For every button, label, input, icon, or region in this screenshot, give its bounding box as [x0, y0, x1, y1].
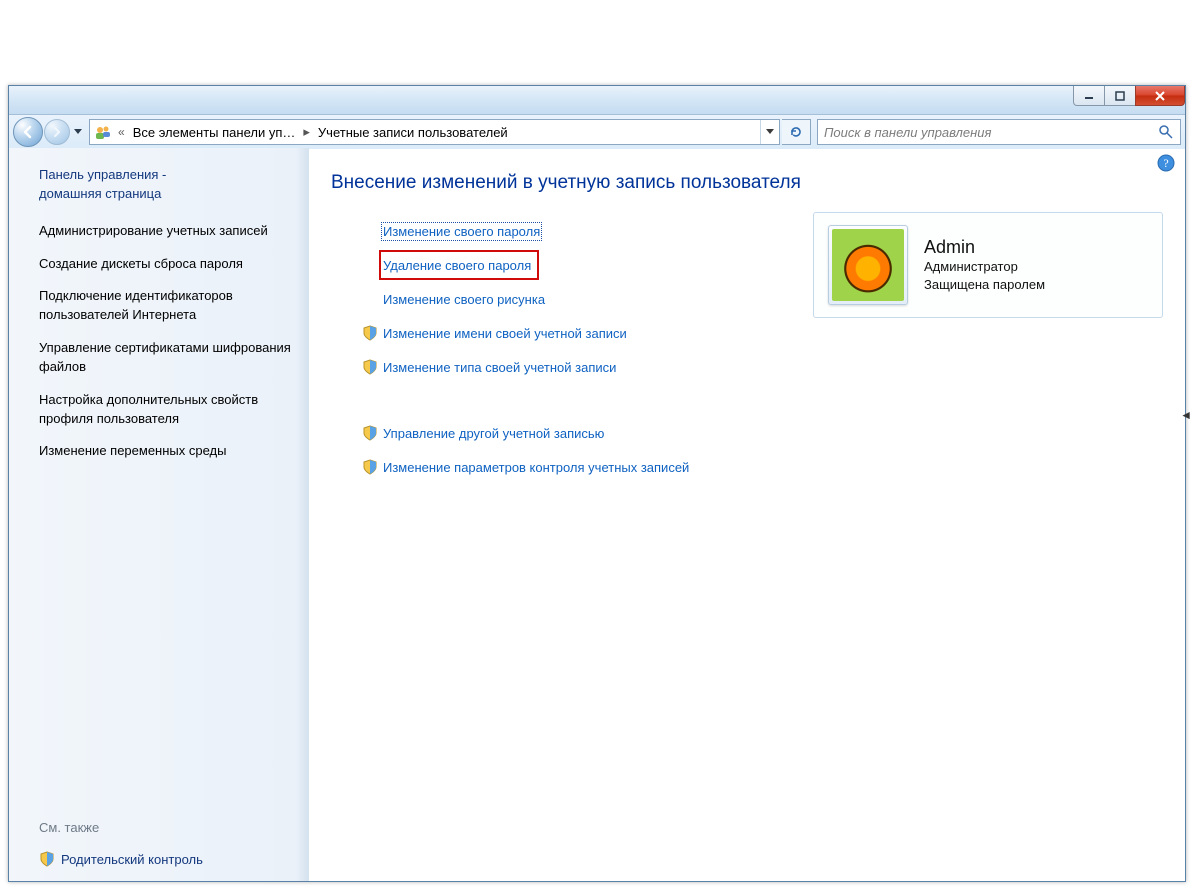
account-role: Администратор — [924, 258, 1045, 276]
sidebar-task[interactable]: Управление сертификатами шифрования файл… — [39, 339, 296, 377]
shield-icon — [357, 325, 383, 341]
svg-text:?: ? — [1163, 156, 1168, 170]
shield-icon — [357, 359, 383, 375]
sidebar-task[interactable]: Подключение идентификаторов пользователе… — [39, 287, 296, 325]
search-placeholder: Поиск в панели управления — [824, 125, 991, 140]
content-area: Панель управления - домашняя страница Ад… — [9, 148, 1185, 881]
change-picture-link[interactable]: Изменение своего рисунка — [383, 292, 545, 307]
nav-history-dropdown[interactable] — [71, 118, 85, 146]
change-account-name-link[interactable]: Изменение имени своей учетной записи — [383, 326, 627, 341]
parental-controls-link[interactable]: Родительский контроль — [61, 852, 203, 867]
search-input[interactable]: Поиск в панели управления — [817, 119, 1181, 145]
main-pane: ? ◄ Внесение изменений в учетную запись … — [309, 148, 1185, 881]
shield-icon — [357, 425, 383, 441]
manage-another-account-link[interactable]: Управление другой учетной записью — [383, 426, 604, 441]
sidebar-task[interactable]: Создание дискеты сброса пароля — [39, 255, 296, 274]
shield-icon — [357, 459, 383, 475]
refresh-button[interactable] — [782, 119, 811, 145]
sidebar-task[interactable]: Изменение переменных среды — [39, 442, 296, 461]
account-status: Защищена паролем — [924, 276, 1045, 294]
window-controls — [1074, 86, 1185, 106]
back-button[interactable] — [13, 117, 43, 147]
breadcrumb-overflow-icon[interactable]: « — [116, 125, 127, 139]
minimize-button[interactable] — [1073, 86, 1105, 106]
change-account-type-link[interactable]: Изменение типа своей учетной записи — [383, 360, 616, 375]
uac-settings-link[interactable]: Изменение параметров контроля учетных за… — [383, 460, 689, 475]
control-panel-home-link[interactable]: Панель управления - домашняя страница — [39, 166, 296, 204]
search-icon — [1158, 124, 1174, 140]
home-line2: домашняя страница — [39, 186, 161, 201]
remove-password-link[interactable]: Удаление своего пароля — [383, 258, 531, 273]
shield-icon — [39, 851, 55, 867]
page-title: Внесение изменений в учетную запись поль… — [331, 172, 1163, 194]
avatar — [828, 225, 908, 305]
close-button[interactable] — [1135, 86, 1185, 106]
action-uac-settings: Изменение параметров контроля учетных за… — [357, 456, 1163, 478]
help-icon[interactable]: ? — [1157, 154, 1175, 172]
home-line1: Панель управления - — [39, 167, 166, 182]
control-panel-window: « Все элементы панели уп… ▸ Учетные запи… — [8, 85, 1186, 882]
address-dropdown[interactable] — [760, 120, 779, 144]
nav-toolbar: « Все элементы панели уп… ▸ Учетные запи… — [9, 115, 1185, 149]
change-password-link[interactable]: Изменение своего пароля — [383, 224, 540, 239]
highlight-annotation: Удаление своего пароля — [379, 250, 539, 280]
account-info: Admin Администратор Защищена паролем — [924, 237, 1045, 293]
breadcrumb-separator-icon: ▸ — [301, 124, 312, 140]
action-manage-other: Управление другой учетной записью — [357, 422, 1163, 444]
maximize-button[interactable] — [1104, 86, 1136, 106]
action-change-name: Изменение имени своей учетной записи — [357, 322, 1163, 344]
breadcrumb-current[interactable]: Учетные записи пользователей — [312, 125, 514, 140]
action-change-type: Изменение типа своей учетной записи — [357, 356, 1163, 378]
see-also-label: См. также — [39, 820, 99, 835]
forward-button[interactable] — [44, 119, 70, 145]
resize-handle-icon[interactable]: ◄ — [1180, 408, 1192, 422]
sidebar: Панель управления - домашняя страница Ад… — [9, 148, 309, 881]
sidebar-task[interactable]: Настройка дополнительных свойств профиля… — [39, 391, 296, 429]
account-card: Admin Администратор Защищена паролем — [813, 212, 1163, 318]
breadcrumb-parent[interactable]: Все элементы панели уп… — [127, 125, 302, 140]
sidebar-task[interactable]: Администрирование учетных записей — [39, 222, 296, 241]
avatar-image — [832, 229, 904, 301]
account-name: Admin — [924, 237, 1045, 258]
address-bar[interactable]: « Все элементы панели уп… ▸ Учетные запи… — [89, 119, 780, 145]
see-also-item: Родительский контроль — [39, 851, 203, 867]
titlebar[interactable] — [9, 86, 1185, 115]
user-accounts-icon — [90, 123, 116, 141]
